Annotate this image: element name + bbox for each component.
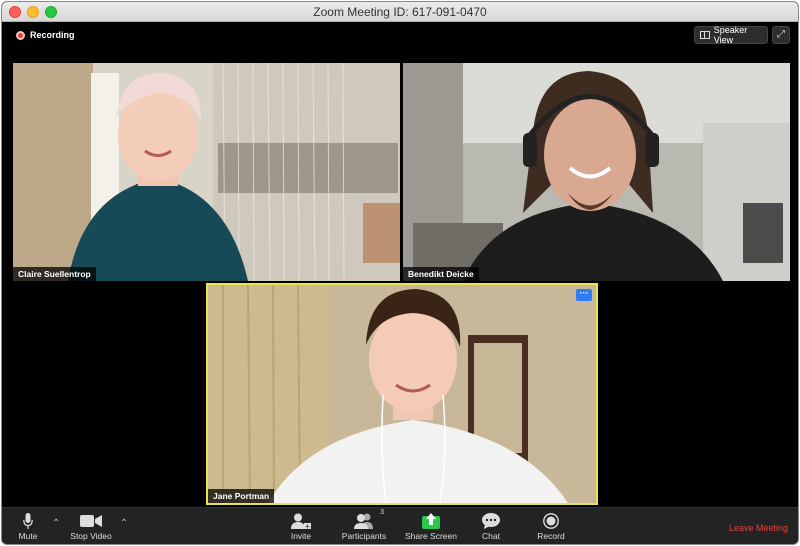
add-person-icon: + [288, 512, 314, 529]
video-tile-jane-active-speaker[interactable]: ··· Jane Portman [206, 283, 598, 505]
fullscreen-button[interactable]: ⤢ [772, 26, 790, 44]
meeting-toolbar: Mute ⌃ Stop Video ⌃ + Invite 3 Participa… [2, 507, 798, 544]
participants-icon: 3 [338, 509, 390, 529]
chat-bubble-icon [478, 512, 504, 529]
speaker-view-label: Speaker View [713, 25, 748, 45]
fullscreen-icon: ⤢ [777, 29, 785, 40]
recording-indicator: Recording [16, 30, 75, 40]
participant-name-benedikt: Benedikt Deicke [403, 267, 479, 281]
window-title: Zoom Meeting ID: 617-091-0470 [313, 5, 487, 19]
title-bar: Zoom Meeting ID: 617-091-0470 [2, 2, 798, 22]
participants-label: Participants [341, 531, 387, 541]
svg-text:+: + [305, 522, 311, 529]
chat-label: Chat [482, 531, 500, 541]
audio-options-caret[interactable]: ⌃ [52, 518, 60, 529]
participant-name-claire: Claire Suellentrop [13, 267, 96, 281]
leave-meeting-button[interactable]: Leave Meeting [729, 523, 788, 533]
share-screen-label: Share Screen [405, 531, 457, 541]
zoom-window: Zoom Meeting ID: 617-091-0470 Recording … [1, 1, 799, 545]
participant-video-jane [208, 285, 596, 503]
participant-name-jane: Jane Portman [208, 489, 275, 503]
recording-label: Recording [30, 30, 75, 40]
more-icon: ··· [579, 288, 589, 298]
mute-label: Mute [18, 531, 38, 541]
video-tile-benedikt[interactable]: Benedikt Deicke [403, 63, 790, 281]
speaker-view-button[interactable]: Speaker View [694, 25, 768, 45]
more-options-button[interactable]: ··· [576, 289, 592, 301]
participants-count-badge: 3 [380, 509, 384, 516]
record-button[interactable]: Record [536, 512, 566, 541]
stop-video-label: Stop Video [70, 531, 112, 541]
mute-button[interactable]: Mute [14, 512, 42, 541]
share-screen-icon [404, 512, 458, 529]
participant-video-benedikt [403, 63, 790, 281]
participants-button[interactable]: 3 Participants [338, 509, 390, 541]
stop-video-button[interactable]: Stop Video [68, 512, 114, 541]
chat-button[interactable]: Chat [478, 512, 504, 541]
video-options-caret[interactable]: ⌃ [120, 518, 128, 529]
record-icon [536, 512, 566, 529]
video-tile-claire[interactable]: Claire Suellentrop [13, 63, 400, 281]
invite-label: Invite [290, 531, 312, 541]
participant-video-claire [13, 63, 400, 281]
recording-icon [16, 30, 25, 40]
invite-button[interactable]: + Invite [288, 512, 314, 541]
microphone-icon [14, 512, 42, 529]
video-camera-icon [68, 512, 114, 529]
speaker-view-icon [700, 31, 710, 39]
record-label: Record [537, 531, 565, 541]
share-screen-button[interactable]: Share Screen [404, 512, 458, 541]
